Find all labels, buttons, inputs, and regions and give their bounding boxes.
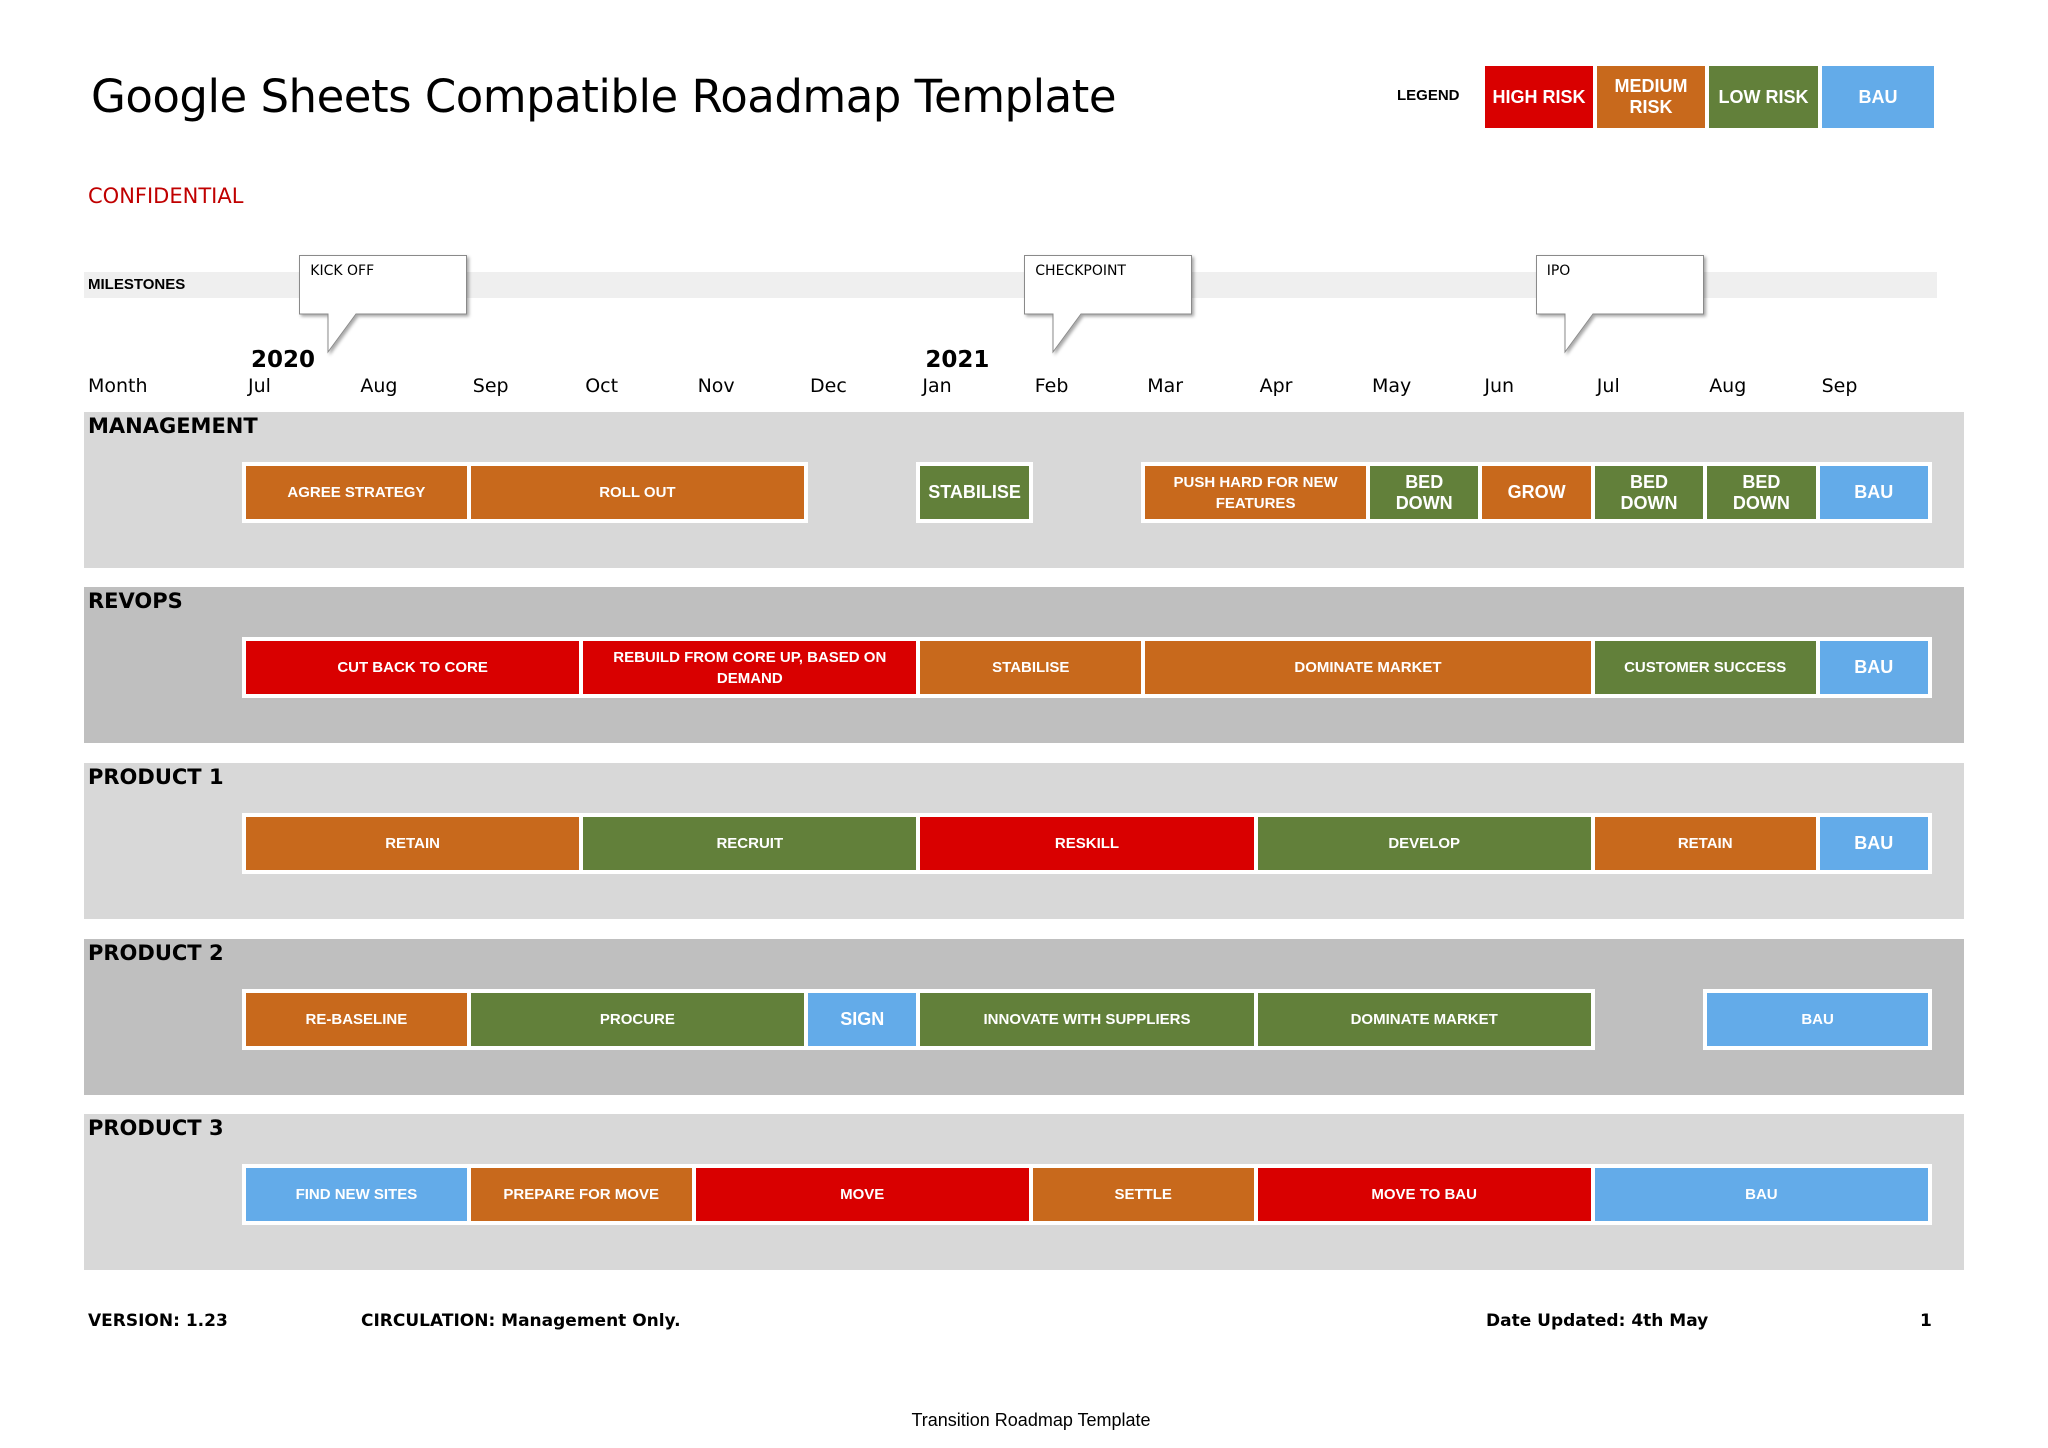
roadmap-bar[interactable]: BAU xyxy=(1594,1168,1928,1221)
circulation-label: CIRCULATION: Management Only. xyxy=(361,1311,681,1331)
month-label: Feb xyxy=(1034,375,1069,397)
milestone-callout: IPO xyxy=(1535,255,1704,354)
month-label: Mar xyxy=(1147,375,1184,397)
milestone-callout: KICK OFF xyxy=(299,255,468,354)
milestone-label: KICK OFF xyxy=(310,263,375,279)
template-caption: Transition Roadmap Template xyxy=(911,1410,1151,1430)
roadmap-bar[interactable]: SIGN xyxy=(808,993,917,1046)
milestone-label: CHECKPOINT xyxy=(1035,263,1126,279)
roadmap-bar[interactable]: CUT BACK TO CORE xyxy=(246,641,580,694)
roadmap-bar[interactable]: BED DOWN xyxy=(1707,466,1816,519)
roadmap-bar[interactable]: RESKILL xyxy=(920,817,1254,870)
roadmap-bar[interactable]: RETAIN xyxy=(1594,817,1816,870)
section-title: MANAGEMENT xyxy=(88,414,258,438)
date-updated-label: Date Updated: 4th May xyxy=(1486,1311,1709,1331)
section-product-3: PRODUCT 3 FIND NEW SITES PREPARE FOR MOVE M… xyxy=(84,1114,1964,1270)
month-label: Jul xyxy=(1596,375,1620,397)
legend-high-risk: HIGH RISK xyxy=(1485,66,1593,128)
month-label: Apr xyxy=(1259,375,1293,397)
month-label: Aug xyxy=(1709,375,1747,397)
legend-low-risk: LOW RISK xyxy=(1709,66,1818,128)
section-title: REVOPS xyxy=(88,589,183,613)
roadmap-bar[interactable]: PUSH HARD FOR NEW FEATURES xyxy=(1145,466,1366,519)
roadmap-bar[interactable]: MOVE TO BAU xyxy=(1257,1168,1591,1221)
roadmap-bar[interactable]: STABILISE xyxy=(920,466,1029,519)
roadmap-bar[interactable]: DOMINATE MARKET xyxy=(1145,641,1591,694)
legend-medium-risk: MEDIUM RISK xyxy=(1597,66,1705,128)
month-label: Sep xyxy=(472,375,509,397)
month-label: Sep xyxy=(1821,375,1858,397)
month-label: Nov xyxy=(697,375,735,397)
month-label: Jul xyxy=(248,375,271,397)
roadmap-bar[interactable]: BAU xyxy=(1819,466,1928,519)
month-label: Jan xyxy=(922,375,952,397)
confidential-label: CONFIDENTIAL xyxy=(88,184,244,208)
year-label: 2020 xyxy=(251,347,316,373)
page-title: Google Sheets Compatible Roadmap Templat… xyxy=(91,70,1117,123)
month-label: Jun xyxy=(1484,375,1515,397)
section-title: PRODUCT 2 xyxy=(88,941,224,965)
section-product-1: PRODUCT 1 RETAIN RECRUIT RESKILL DEVELOP RETA… xyxy=(84,763,1964,919)
roadmap-bar[interactable]: INNOVATE WITH SUPPLIERS xyxy=(920,993,1254,1046)
roadmap-bar[interactable]: ROLL OUT xyxy=(470,466,804,519)
milestone-label: IPO xyxy=(1546,263,1571,279)
roadmap-bar[interactable]: DEVELOP xyxy=(1257,817,1591,870)
section-revops: REVOPS CUT BACK TO CORE REBUILD FROM CORE … xyxy=(84,587,1964,743)
month-label: Aug xyxy=(360,375,398,397)
section-title: PRODUCT 3 xyxy=(88,1116,224,1140)
roadmap-bar[interactable]: BAU xyxy=(1819,641,1928,694)
roadmap-bar[interactable]: BED DOWN xyxy=(1370,466,1479,519)
roadmap-bar[interactable]: RECRUIT xyxy=(583,817,917,870)
roadmap-bar[interactable]: BAU xyxy=(1819,817,1928,870)
section-management: MANAGEMENT AGREE STRATEGY ROLL OUT STABILIS… xyxy=(84,412,1964,568)
version-label: VERSION: 1.23 xyxy=(88,1311,228,1331)
roadmap-bar[interactable]: RETAIN xyxy=(246,817,580,870)
milestone-callout: CHECKPOINT xyxy=(1024,255,1193,354)
month-row-label: Month xyxy=(88,375,148,397)
roadmap-bar[interactable]: SETTLE xyxy=(1032,1168,1254,1221)
page-number: 1 xyxy=(1920,1311,1932,1331)
legend-bau: BAU xyxy=(1822,66,1934,128)
roadmap-bar[interactable]: FIND NEW SITES xyxy=(246,1168,467,1221)
year-label: 2021 xyxy=(925,347,990,373)
legend-label: LEGEND xyxy=(1397,87,1460,104)
milestones-label: MILESTONES xyxy=(88,276,186,293)
roadmap-bar[interactable]: BED DOWN xyxy=(1594,466,1704,519)
roadmap-bar[interactable]: RE-BASELINE xyxy=(246,993,467,1046)
roadmap-bar[interactable]: DOMINATE MARKET xyxy=(1257,993,1591,1046)
month-label: May xyxy=(1372,375,1412,397)
roadmap-bar[interactable]: STABILISE xyxy=(920,641,1142,694)
roadmap-bar[interactable]: GROW xyxy=(1482,466,1591,519)
roadmap-bar[interactable]: CUSTOMER SUCCESS xyxy=(1594,641,1816,694)
roadmap-bar[interactable]: AGREE STRATEGY xyxy=(246,466,467,519)
roadmap-bar[interactable]: BAU xyxy=(1707,993,1928,1046)
roadmap-bar[interactable]: REBUILD FROM CORE UP, BASED ON DEMAND xyxy=(583,641,917,694)
roadmap-bar[interactable]: MOVE xyxy=(695,1168,1029,1221)
month-label: Oct xyxy=(585,375,619,397)
roadmap-bar[interactable]: PROCURE xyxy=(470,993,804,1046)
roadmap-bar[interactable]: PREPARE FOR MOVE xyxy=(470,1168,692,1221)
section-product-2: PRODUCT 2 RE-BASELINE PROCURE SIGN INNOVATE … xyxy=(84,939,1964,1095)
section-title: PRODUCT 1 xyxy=(88,765,224,789)
month-label: Dec xyxy=(810,375,847,397)
